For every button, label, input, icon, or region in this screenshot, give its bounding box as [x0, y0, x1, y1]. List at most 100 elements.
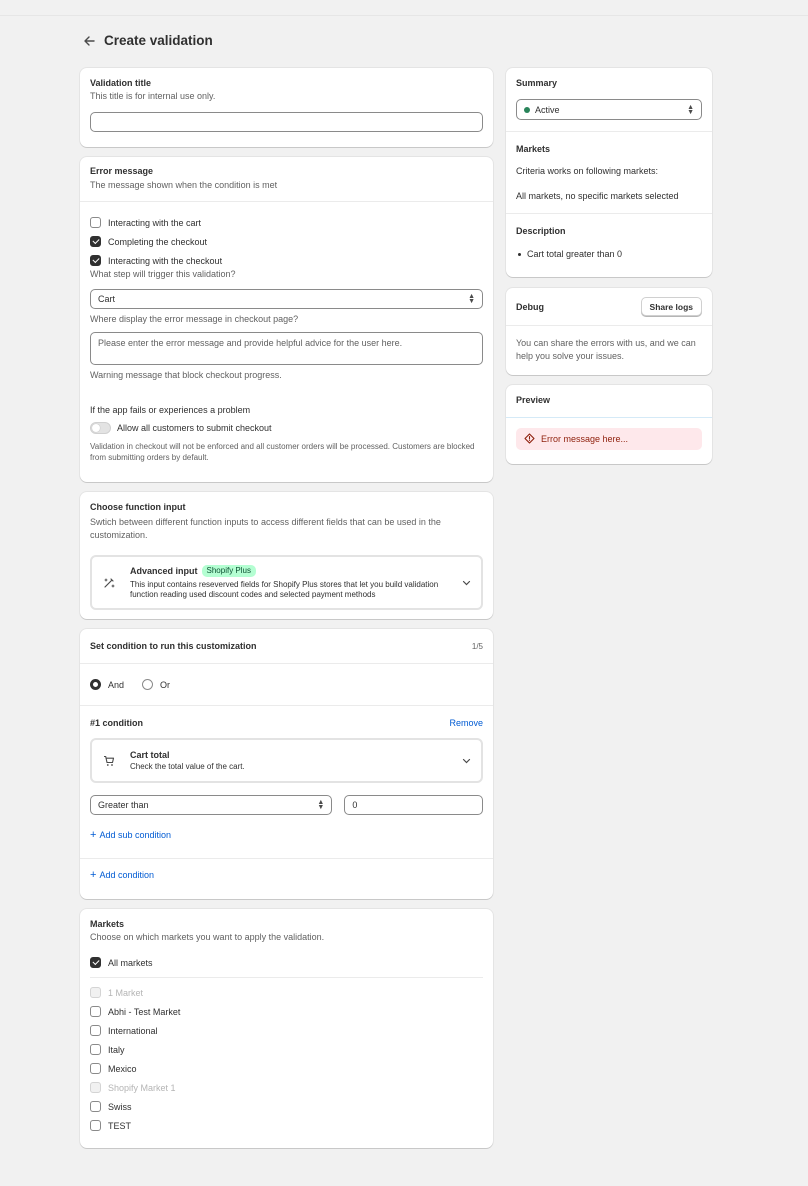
section-divider [90, 977, 483, 979]
trigger-option-label: Interacting with the checkout [108, 255, 223, 266]
checkbox[interactable] [90, 1044, 101, 1056]
checkbox[interactable] [90, 1101, 101, 1113]
logic-or-label: Or [160, 679, 171, 690]
logic-and-option[interactable]: And [90, 679, 124, 690]
debug-heading: Debug [516, 301, 544, 312]
market-option[interactable]: International [90, 1021, 483, 1040]
market-option[interactable]: Abhi - Test Market [90, 1002, 483, 1021]
error-preview-text: Error message here... [541, 434, 629, 444]
validation-title-subtitle: This title is for internal use only. [90, 91, 216, 101]
cart-icon [102, 755, 116, 767]
preview-heading: Preview [516, 395, 551, 405]
error-message-heading: Error message [90, 166, 154, 176]
markets-heading: Markets [90, 919, 125, 929]
checkbox[interactable] [90, 1063, 101, 1075]
market-label: 1 Market [108, 987, 144, 998]
markets-card: Markets Choose on which markets you want… [80, 909, 493, 1148]
description-item-text: Cart total greater than 0 [527, 249, 623, 259]
function-input-heading: Choose function input [90, 502, 186, 512]
logic-or-option[interactable]: Or [142, 679, 170, 690]
remove-condition-link[interactable]: Remove [449, 718, 483, 728]
checkbox[interactable] [90, 957, 101, 969]
select-arrows-icon: ▲ ▼ [468, 293, 475, 306]
chevron-down-icon [462, 756, 471, 766]
trigger-option-complete-checkout[interactable]: Completing the checkout [90, 232, 483, 251]
checkbox[interactable] [90, 217, 101, 229]
operator-select[interactable]: Greater than ▲ ▼ [90, 795, 333, 815]
operator-value: Greater than [98, 800, 149, 810]
validation-title-card: Validation title This title is for inter… [80, 68, 493, 147]
logic-radio-group: And Or [80, 664, 493, 705]
add-sub-condition-button[interactable]: + Add sub condition [90, 828, 483, 842]
status-active-dot [524, 106, 530, 113]
summary-description-heading: Description [516, 226, 566, 236]
add-condition-label: Add condition [99, 870, 154, 880]
debug-text: You can share the errors with us, and we… [516, 338, 696, 362]
conditions-card: Set condition to run this customization … [80, 629, 493, 899]
debug-card: Debug Share logs You can share the error… [506, 288, 712, 375]
select-arrows-icon: ▲ ▼ [317, 799, 325, 811]
validation-title-heading: Validation title [90, 78, 152, 88]
display-location-value: Cart [98, 294, 116, 305]
market-option[interactable]: Swiss [90, 1097, 483, 1116]
error-message-subtitle: The message shown when the condition is … [90, 180, 278, 190]
summary-markets-heading: Markets [516, 144, 551, 154]
trigger-option-label: Completing the checkout [108, 236, 208, 247]
logic-and-label: And [108, 679, 125, 690]
radio-button[interactable] [142, 679, 154, 690]
all-markets-label: All markets [108, 957, 153, 968]
market-option[interactable]: TEST [90, 1116, 483, 1135]
checkbox[interactable] [90, 1120, 101, 1132]
chevron-down-icon [462, 578, 471, 588]
radio-button[interactable] [90, 679, 101, 690]
markets-subtitle: Choose on which markets you want to appl… [90, 932, 325, 942]
trigger-option-interact-checkout[interactable]: Interacting with the checkout [90, 251, 483, 270]
share-logs-button[interactable]: Share logs [640, 297, 702, 316]
status-value: Active [535, 104, 560, 115]
trigger-option-cart[interactable]: Interacting with the cart [90, 213, 483, 232]
plus-icon: + [90, 869, 97, 881]
fail-toggle-label: Allow all customers to submit checkout [117, 423, 272, 434]
checkbox[interactable] [90, 1025, 101, 1037]
market-option[interactable]: Italy [90, 1040, 483, 1059]
validation-title-input[interactable] [90, 112, 483, 133]
checkbox[interactable] [90, 236, 101, 248]
shopify-plus-badge: Shopify Plus [201, 564, 256, 577]
alert-diamond-icon [524, 432, 535, 446]
page-title: Create validation [104, 33, 213, 48]
summary-markets-line2: All markets, no specific markets selecte… [516, 191, 679, 201]
market-label: Mexico [108, 1063, 137, 1074]
trigger-option-label: Interacting with the cart [108, 217, 202, 228]
condition-label: #1 condition [90, 718, 144, 728]
advanced-input-description: This input contains reseverved fields fo… [130, 579, 439, 600]
warning-help: Warning message that block checkout prog… [90, 370, 282, 381]
back-arrow-icon[interactable] [82, 34, 96, 48]
display-question: Where display the error message in check… [90, 314, 299, 325]
fail-help: Validation in checkout will not be enfor… [90, 442, 475, 463]
condition-type-selector[interactable]: Cart total Check the total value of the … [90, 738, 483, 783]
function-input-card: Choose function input Swtich between dif… [80, 492, 493, 619]
description-list-item: Cart total greater than 0 [516, 249, 702, 259]
magic-wand-icon [102, 577, 116, 589]
market-label: Abhi - Test Market [108, 1006, 181, 1017]
checkbox[interactable] [90, 255, 101, 267]
all-markets-option[interactable]: All markets [90, 953, 483, 972]
add-condition-button[interactable]: + Add condition [80, 859, 493, 892]
fail-heading: If the app fails or experiences a proble… [90, 405, 251, 416]
checkbox[interactable] [90, 1006, 101, 1018]
error-message-textarea[interactable] [90, 332, 483, 366]
condition-value-input[interactable] [344, 795, 483, 815]
advanced-input-option[interactable]: Advanced input Shopify Plus This input c… [90, 555, 483, 611]
market-label: TEST [108, 1120, 132, 1131]
condition-type-description: Check the total value of the cart. [130, 762, 245, 771]
market-label: International [108, 1025, 158, 1036]
display-location-select[interactable]: Cart ▲ ▼ [90, 289, 483, 310]
error-message-card: Error message The message shown when the… [80, 157, 493, 482]
top-divider [0, 15, 808, 16]
market-option[interactable]: Mexico [90, 1059, 483, 1078]
allow-checkout-toggle[interactable] [90, 422, 111, 435]
select-arrows-icon: ▲ ▼ [687, 103, 694, 116]
status-select[interactable]: Active ▲ ▼ [516, 99, 702, 120]
fail-toggle-row: Allow all customers to submit checkout [90, 422, 483, 435]
advanced-input-title: Advanced input [130, 565, 198, 576]
